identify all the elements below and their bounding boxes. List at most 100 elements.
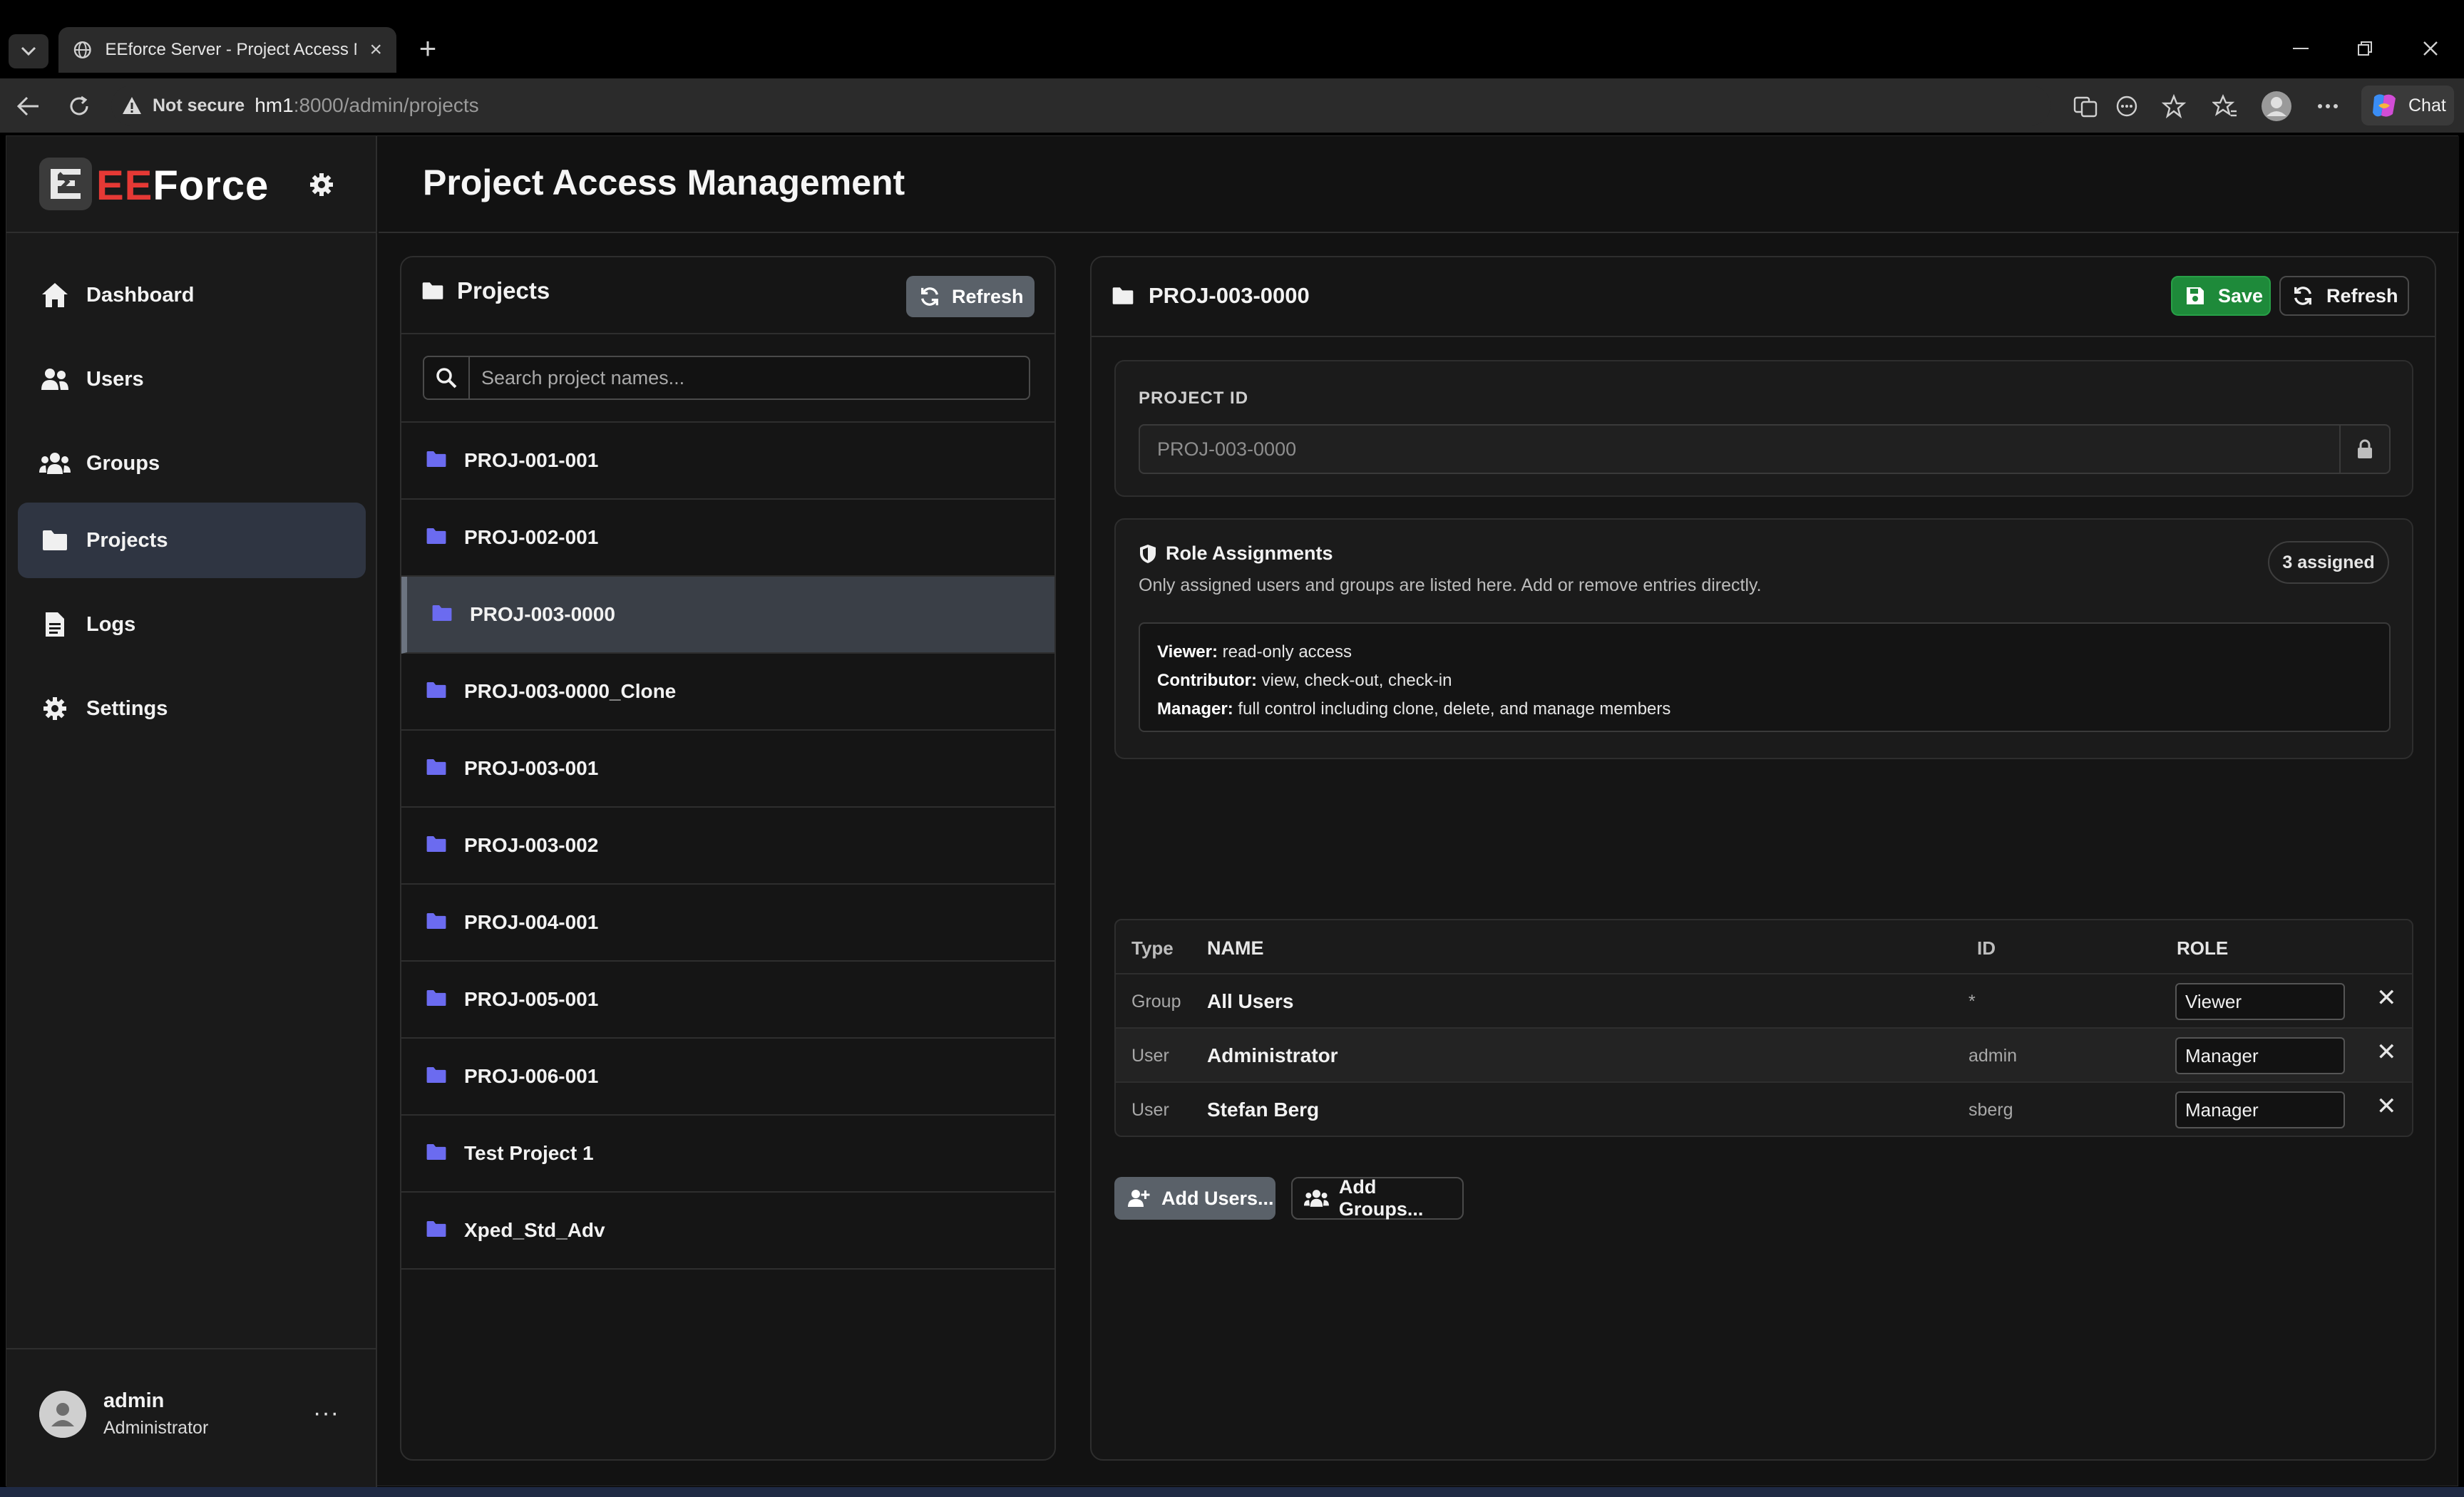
- project-list-item[interactable]: PROJ-005-001: [401, 962, 1054, 1039]
- project-list-item[interactable]: PROJ-003-001: [401, 731, 1054, 808]
- globe-icon: [73, 41, 91, 58]
- url-text[interactable]: hm1:8000/admin/projects: [255, 94, 478, 117]
- minimize-icon: [2293, 48, 2309, 49]
- not-secure-label[interactable]: Not secure: [153, 96, 245, 116]
- folder-icon: [426, 835, 447, 857]
- project-name: PROJ-001-001: [464, 449, 599, 471]
- role-desc: view, check-out, check-in: [1256, 671, 1452, 690]
- row-name: Administrator: [1207, 1044, 1338, 1066]
- sidebar-item-label: Settings: [86, 696, 168, 720]
- copilot-chat-button[interactable]: Chat: [2361, 86, 2454, 125]
- refresh-label: Refresh: [2326, 284, 2398, 307]
- add-groups-button[interactable]: Add Groups...: [1291, 1176, 1464, 1220]
- sidebar-item-logs[interactable]: Logs: [18, 587, 366, 662]
- project-list-item[interactable]: Test Project 1: [401, 1116, 1054, 1193]
- profile-button[interactable]: [2260, 90, 2293, 123]
- folder-icon: [39, 525, 71, 556]
- user-avatar-icon: [39, 1391, 86, 1438]
- project-list-item[interactable]: PROJ-004-001: [401, 885, 1054, 962]
- eeforce-logo-icon: [39, 158, 92, 210]
- url-path: :8000/admin/projects: [293, 94, 479, 116]
- role-select[interactable]: Manager: [2175, 1037, 2345, 1074]
- tab-list-button[interactable]: [9, 34, 48, 68]
- restore-button[interactable]: [2340, 29, 2390, 68]
- refresh-icon: [921, 287, 938, 306]
- browser-menu-button[interactable]: [2311, 90, 2344, 123]
- avatar[interactable]: [39, 1391, 86, 1438]
- browser-titlebar: EEforce Server - Project Access Ma × +: [0, 0, 2464, 78]
- project-name: PROJ-006-001: [464, 1065, 599, 1087]
- role-select[interactable]: Manager: [2175, 1091, 2345, 1128]
- table-row: User Stefan Berg sberg Manager ✕: [1116, 1083, 2412, 1136]
- role-assignments-title-text: Role Assignments: [1166, 542, 1333, 564]
- table-row: User Administrator admin Manager ✕: [1116, 1029, 2412, 1083]
- brand-name-red: EE: [96, 163, 153, 209]
- remove-icon[interactable]: ✕: [2376, 1094, 2397, 1118]
- favorites-button[interactable]: [2209, 90, 2242, 123]
- chevron-down-icon: [21, 46, 36, 56]
- project-list-item[interactable]: Xped_Std_Adv: [401, 1193, 1054, 1270]
- new-tab-button[interactable]: +: [409, 30, 446, 67]
- project-name: PROJ-003-002: [464, 834, 599, 856]
- folder-icon: [426, 1066, 447, 1088]
- sidebar-item-projects[interactable]: Projects: [18, 503, 366, 578]
- gear-icon: [39, 693, 71, 724]
- user-menu-button[interactable]: ···: [313, 1399, 339, 1427]
- projects-title-text: Projects: [457, 277, 550, 304]
- role-assignments-description: Only assigned users and groups are liste…: [1139, 575, 1762, 595]
- project-list-item[interactable]: PROJ-006-001: [401, 1039, 1054, 1116]
- reload-button[interactable]: [61, 88, 97, 124]
- sidebar-item-label: Dashboard: [86, 283, 195, 307]
- role-legend-manager: Manager: full control including clone, d…: [1157, 695, 2372, 724]
- search-icon: [424, 357, 470, 398]
- project-id-input[interactable]: [1140, 426, 2339, 473]
- project-list-item[interactable]: PROJ-003-0000: [401, 577, 1054, 654]
- sidebar-item-dashboard[interactable]: Dashboard: [18, 257, 366, 333]
- project-list-item[interactable]: PROJ-003-0000_Clone: [401, 654, 1054, 731]
- project-list-item[interactable]: PROJ-003-002: [401, 808, 1054, 885]
- project-list-item[interactable]: PROJ-001-001: [401, 423, 1054, 500]
- project-list-item[interactable]: PROJ-002-001: [401, 500, 1054, 577]
- remove-icon[interactable]: ✕: [2376, 986, 2397, 1010]
- taskbar-edge: [0, 1487, 2464, 1497]
- shield-icon: [1140, 544, 1156, 563]
- browser-tab[interactable]: EEforce Server - Project Access Ma ×: [58, 27, 396, 73]
- projects-refresh-button[interactable]: Refresh: [906, 276, 1035, 317]
- project-name: PROJ-003-0000: [470, 603, 615, 625]
- folder-icon: [431, 604, 453, 626]
- favorite-button[interactable]: [2157, 90, 2190, 123]
- detail-refresh-button[interactable]: Refresh: [2279, 276, 2409, 316]
- extensions-button[interactable]: [2110, 90, 2143, 123]
- role-legend-contributor: Contributor: view, check-out, check-in: [1157, 667, 2372, 695]
- restore-icon: [2358, 41, 2372, 56]
- role-desc: read-only access: [1217, 642, 1352, 662]
- add-groups-label: Add Groups...: [1338, 1176, 1424, 1220]
- remove-icon[interactable]: ✕: [2376, 1040, 2397, 1064]
- search-input[interactable]: [470, 357, 1029, 398]
- save-label: Save: [2218, 284, 2264, 307]
- sidebar-item-groups[interactable]: Groups: [18, 426, 366, 501]
- save-button[interactable]: Save: [2171, 276, 2271, 316]
- sidebar-item-label: Groups: [86, 451, 160, 475]
- sidebar-item-users[interactable]: Users: [18, 341, 366, 417]
- copilot-icon: [2373, 94, 2396, 117]
- close-window-button[interactable]: [2406, 29, 2455, 68]
- minimize-button[interactable]: [2276, 29, 2326, 68]
- translate-button[interactable]: [2069, 90, 2102, 123]
- brand-settings-button[interactable]: [304, 168, 339, 202]
- role-legend: Viewer: read-only access Contributor: vi…: [1139, 622, 2391, 732]
- url-box[interactable]: Not secure hm1:8000/admin/projects: [111, 86, 2050, 125]
- sidebar-item-settings[interactable]: Settings: [18, 671, 366, 746]
- sidebar-item-label: Projects: [86, 528, 168, 552]
- role-legend-viewer: Viewer: read-only access: [1157, 638, 2372, 667]
- role-name: Viewer:: [1157, 642, 1218, 662]
- brand-name: EEForce: [96, 162, 269, 210]
- page-title: Project Access Management: [423, 163, 905, 202]
- assignments-table: Type NAME ID ROLE Group All Users * View…: [1114, 919, 2413, 1137]
- back-button[interactable]: [10, 88, 46, 124]
- role-select[interactable]: Viewer: [2175, 983, 2345, 1020]
- row-name: Stefan Berg: [1207, 1099, 1320, 1121]
- add-users-button[interactable]: Add Users...: [1114, 1177, 1275, 1220]
- role-assignments-card: Role Assignments Only assigned users and…: [1114, 518, 2413, 759]
- close-tab-icon[interactable]: ×: [369, 39, 382, 61]
